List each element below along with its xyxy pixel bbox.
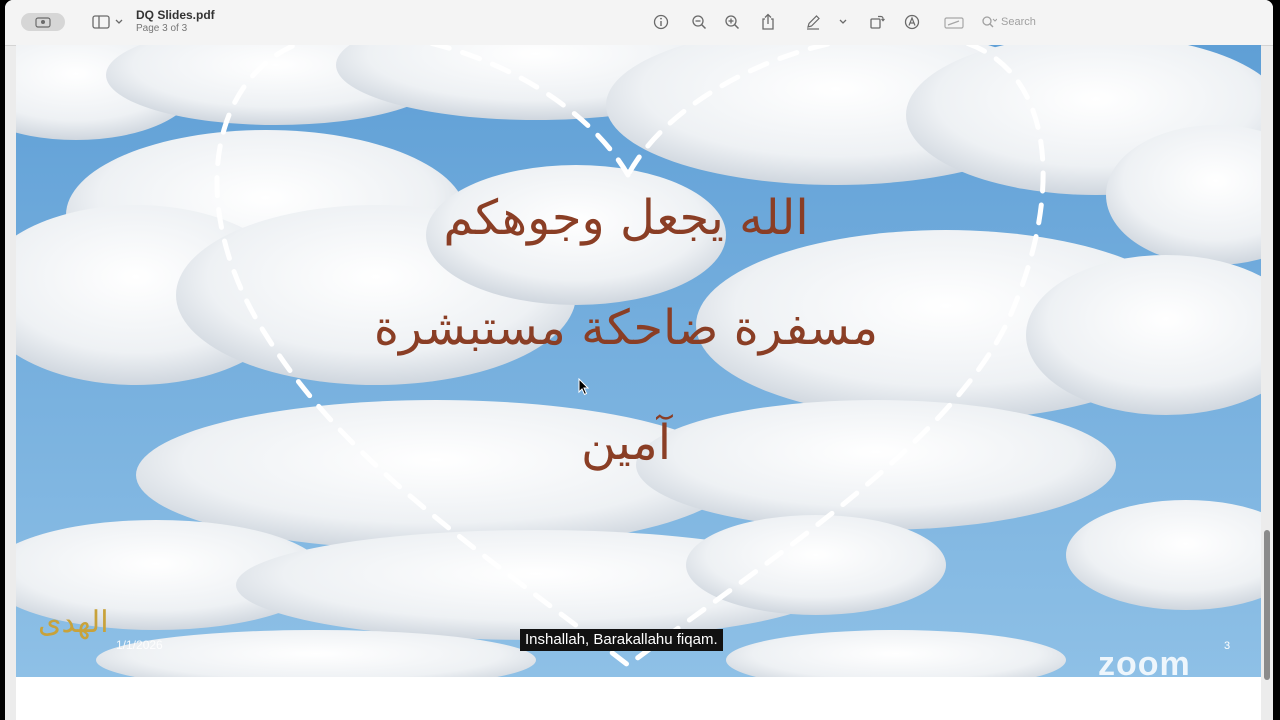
form-fill-icon	[944, 17, 964, 29]
zoom-out-icon	[692, 15, 707, 30]
rotate-icon	[870, 15, 885, 29]
document-title: DQ Slides.pdf	[136, 8, 215, 22]
sidebar-toggle-icon	[92, 15, 123, 29]
search-field[interactable]: Search	[981, 12, 1091, 32]
contact-card-icon	[35, 16, 51, 28]
markup-button[interactable]	[803, 11, 823, 33]
annotate-icon	[904, 14, 920, 30]
sidebar-toggle-button[interactable]	[91, 11, 127, 33]
toolbar: DQ Slides.pdf Page 3 of 3 Search	[5, 0, 1273, 46]
slide-page[interactable]: الله يجعل وجوهكم مسفرة ضاحكة مستبشرة آمي…	[16, 45, 1261, 677]
mouse-cursor-icon	[578, 378, 590, 396]
page-indicator: Page 3 of 3	[136, 23, 188, 34]
zoom-in-button[interactable]	[722, 11, 742, 33]
alhuda-logo: الهدى	[38, 605, 109, 640]
chevron-down-icon	[839, 19, 847, 24]
slide-date: 1/1/2026	[116, 638, 163, 652]
slide-text-line-3: آمين	[580, 415, 672, 471]
sky-cloud-background	[16, 45, 1261, 677]
slide-page-number: 3	[1224, 640, 1231, 652]
pdf-viewer-window: DQ Slides.pdf Page 3 of 3 Search الله يج…	[5, 0, 1273, 720]
share-icon	[762, 13, 774, 30]
markup-pen-icon	[807, 15, 820, 30]
form-fill-button[interactable]	[943, 11, 965, 33]
vertical-scrollbar[interactable]	[1264, 530, 1270, 680]
zoom-in-icon	[725, 15, 740, 30]
share-button[interactable]	[758, 11, 778, 33]
info-button[interactable]	[651, 11, 671, 33]
search-placeholder: Search	[1001, 16, 1036, 28]
zoom-watermark: zoom	[1098, 645, 1191, 677]
slide-text-line-1: الله يجعل وجوهكم	[443, 190, 809, 246]
sidebar-pill-button[interactable]	[21, 13, 65, 31]
annotate-button[interactable]	[902, 11, 922, 33]
slide-text-line-2: مسفرة ضاحكة مستبشرة	[373, 300, 879, 356]
live-caption: Inshallah, Barakallahu fiqam.	[520, 629, 723, 651]
markup-menu-button[interactable]	[837, 11, 849, 33]
info-icon	[653, 14, 669, 30]
rotate-button[interactable]	[867, 11, 887, 33]
logo-text: الهدى	[38, 605, 109, 640]
page-gap	[16, 677, 1261, 720]
zoom-out-button[interactable]	[689, 11, 709, 33]
search-icon	[982, 16, 997, 28]
